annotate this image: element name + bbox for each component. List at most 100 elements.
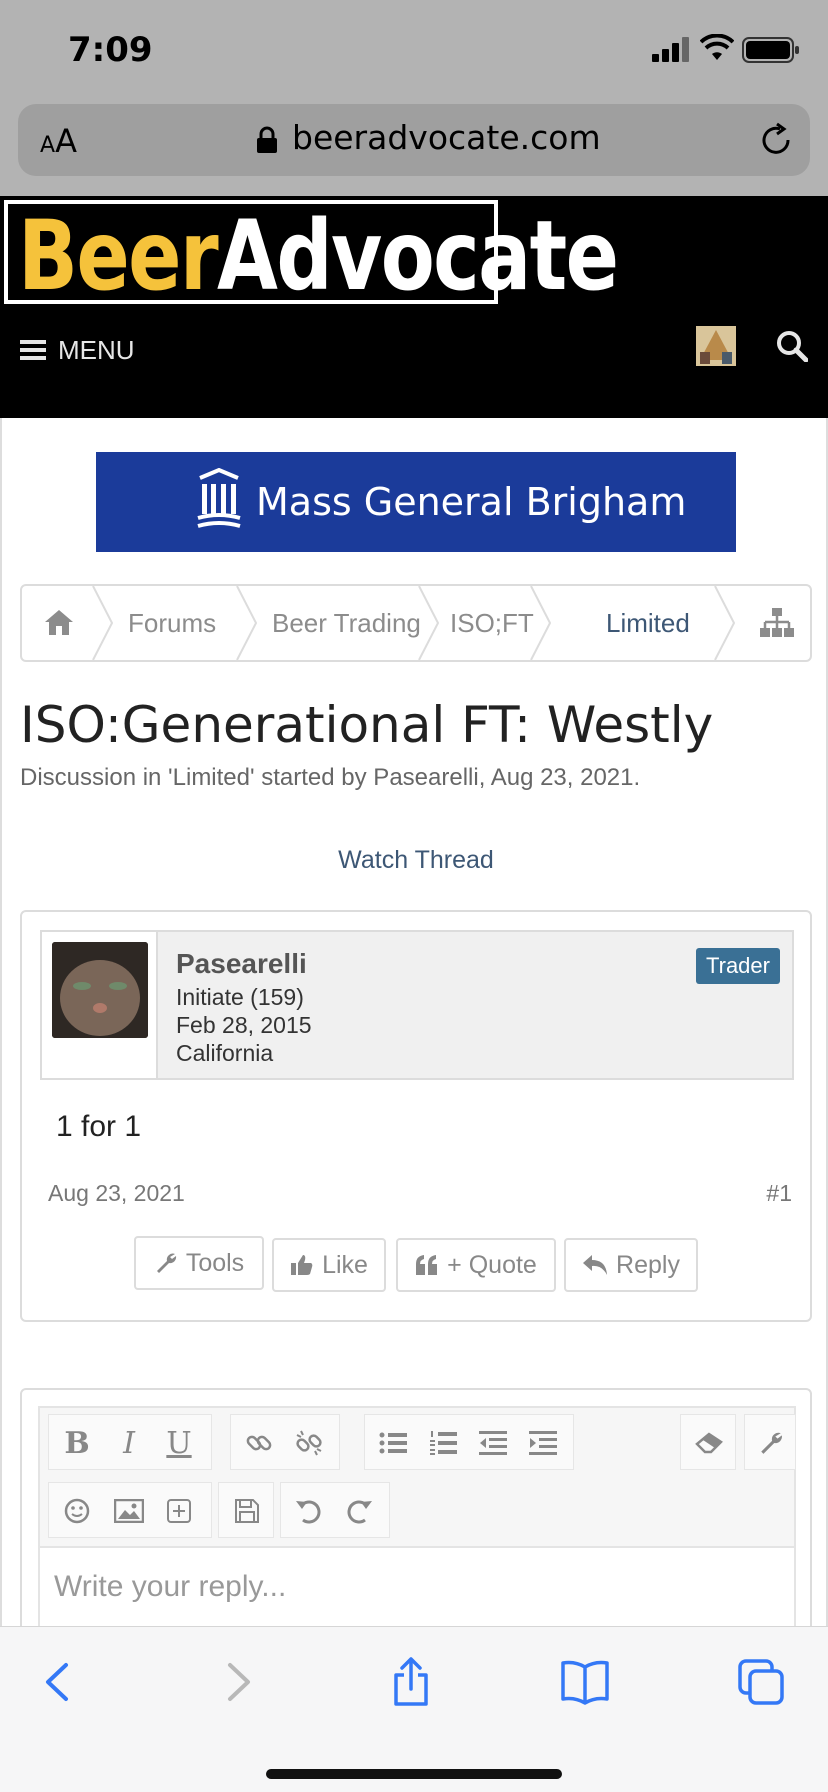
plus-box-icon [167,1499,191,1523]
breadcrumb-separator [92,586,114,660]
breadcrumb-separator [714,586,736,660]
sitemap-icon[interactable] [760,608,794,638]
breadcrumb-beer-trading[interactable]: Beer Trading [272,586,421,660]
floppy-disk-icon [235,1499,259,1523]
status-time: 7:09 [68,30,153,70]
bullet-list-icon [379,1432,407,1454]
breadcrumb-forums[interactable]: Forums [128,586,216,660]
eraser-icon [695,1432,723,1454]
bold-button[interactable]: B [57,1423,97,1463]
thread-title: ISO:Generational FT: Westly [20,696,714,754]
hamburger-icon [20,340,46,360]
back-icon[interactable] [34,1657,84,1707]
menu-button[interactable]: MENU [20,330,135,370]
like-label: Like [322,1250,368,1279]
link-icon [246,1435,272,1451]
wrench-icon [761,1432,782,1454]
image-icon [114,1499,144,1523]
reply-button[interactable]: Reply [564,1238,698,1292]
editor-tools-button[interactable] [751,1423,791,1463]
ad-banner[interactable]: Mass General Brigham [96,452,736,552]
battery-icon [742,37,799,63]
user-avatar[interactable] [696,326,736,366]
save-draft-button[interactable] [227,1491,267,1531]
thread-subtitle: Discussion in 'Limited' started by Pasea… [20,764,641,791]
redo-icon [347,1500,372,1524]
post-user-info: Pasearelli Initiate (159) Feb 28, 2015 C… [40,930,794,1080]
numbered-list-icon [430,1431,457,1455]
numbered-list-button[interactable] [423,1423,463,1463]
like-button[interactable]: Like [272,1238,386,1292]
italic-button[interactable]: I [109,1423,149,1463]
ad-text: Mass General Brigham [256,480,687,524]
insert-image-button[interactable] [109,1491,149,1531]
text-size-button[interactable]: AA [40,122,77,160]
wifi-icon [700,34,734,60]
post-user-rank: Initiate (159) [176,984,304,1010]
link-button[interactable] [239,1423,279,1463]
smilies-button[interactable] [57,1491,97,1531]
indent-button[interactable] [523,1423,563,1463]
post-user-joined: Feb 28, 2015 [176,1012,312,1038]
tools-button[interactable]: Tools [134,1236,264,1290]
quote-button[interactable]: + Quote [396,1238,556,1292]
safari-toolbar [0,1626,828,1792]
building-icon [197,468,241,528]
remove-format-button[interactable] [689,1423,729,1463]
forward-icon[interactable] [212,1657,262,1707]
site-header: BeerAdvocate MENU [0,196,828,418]
bookmarks-icon[interactable] [560,1657,610,1707]
share-icon[interactable] [386,1657,436,1707]
unlink-button[interactable] [289,1423,329,1463]
cellular-signal-icon [652,37,689,62]
logo-beer-text: Beer [18,200,219,312]
breadcrumb-separator [236,586,258,660]
breadcrumb-iso-ft[interactable]: ISO;FT [450,586,534,660]
reply-input[interactable]: Write your reply... [38,1546,796,1636]
avatar-image-icon [696,326,736,366]
breadcrumb-limited[interactable]: Limited [606,586,690,660]
unlink-icon [296,1430,322,1456]
address-bar[interactable]: AA beeradvocate.com [18,104,810,176]
home-icon[interactable] [44,608,74,636]
menu-label: MENU [58,334,135,365]
underline-button[interactable]: U [159,1423,199,1463]
quote-icon [416,1255,438,1275]
home-indicator[interactable] [266,1769,562,1779]
ios-status-bar: 7:09 AA beeradvocate.com [0,0,828,196]
post-message: 1 for 1 [56,1110,142,1143]
reply-editor: B I U Write your reply... [20,1388,812,1648]
outdent-button[interactable] [473,1423,513,1463]
wrench-icon [156,1253,176,1273]
smiley-icon [64,1498,90,1524]
site-logo[interactable]: BeerAdvocate [4,200,619,312]
post: Pasearelli Initiate (159) Feb 28, 2015 C… [20,910,812,1322]
breadcrumb-separator [418,586,440,660]
watch-thread-link[interactable]: Watch Thread [2,846,828,875]
tools-label: Tools [185,1248,245,1277]
search-icon[interactable] [776,330,808,362]
url-text[interactable]: beeradvocate.com [292,118,601,157]
reply-icon [583,1255,608,1275]
logo-advocate-text: Advocate [217,200,619,312]
reload-icon[interactable] [758,122,794,158]
post-number[interactable]: #1 [766,1180,792,1207]
post-username[interactable]: Pasearelli [176,948,307,980]
main-content: Mass General Brigham Forums Beer Trading… [0,418,828,1648]
bullet-list-button[interactable] [373,1423,413,1463]
post-user-location: California [176,1040,274,1066]
breadcrumb-separator [530,586,552,660]
post-avatar[interactable] [52,942,148,1038]
post-date[interactable]: Aug 23, 2021 [48,1180,185,1207]
thumbs-up-icon [291,1255,313,1275]
undo-icon [296,1500,321,1524]
tabs-icon[interactable] [736,1657,786,1707]
indent-icon [529,1431,557,1455]
cat-avatar-icon [52,942,148,1038]
undo-button[interactable] [289,1491,329,1531]
insert-media-button[interactable] [159,1491,199,1531]
editor-toolbar: B I U [38,1406,796,1546]
trader-badge: Trader [696,948,780,984]
redo-button[interactable] [339,1491,379,1531]
reply-label: Reply [616,1250,680,1279]
